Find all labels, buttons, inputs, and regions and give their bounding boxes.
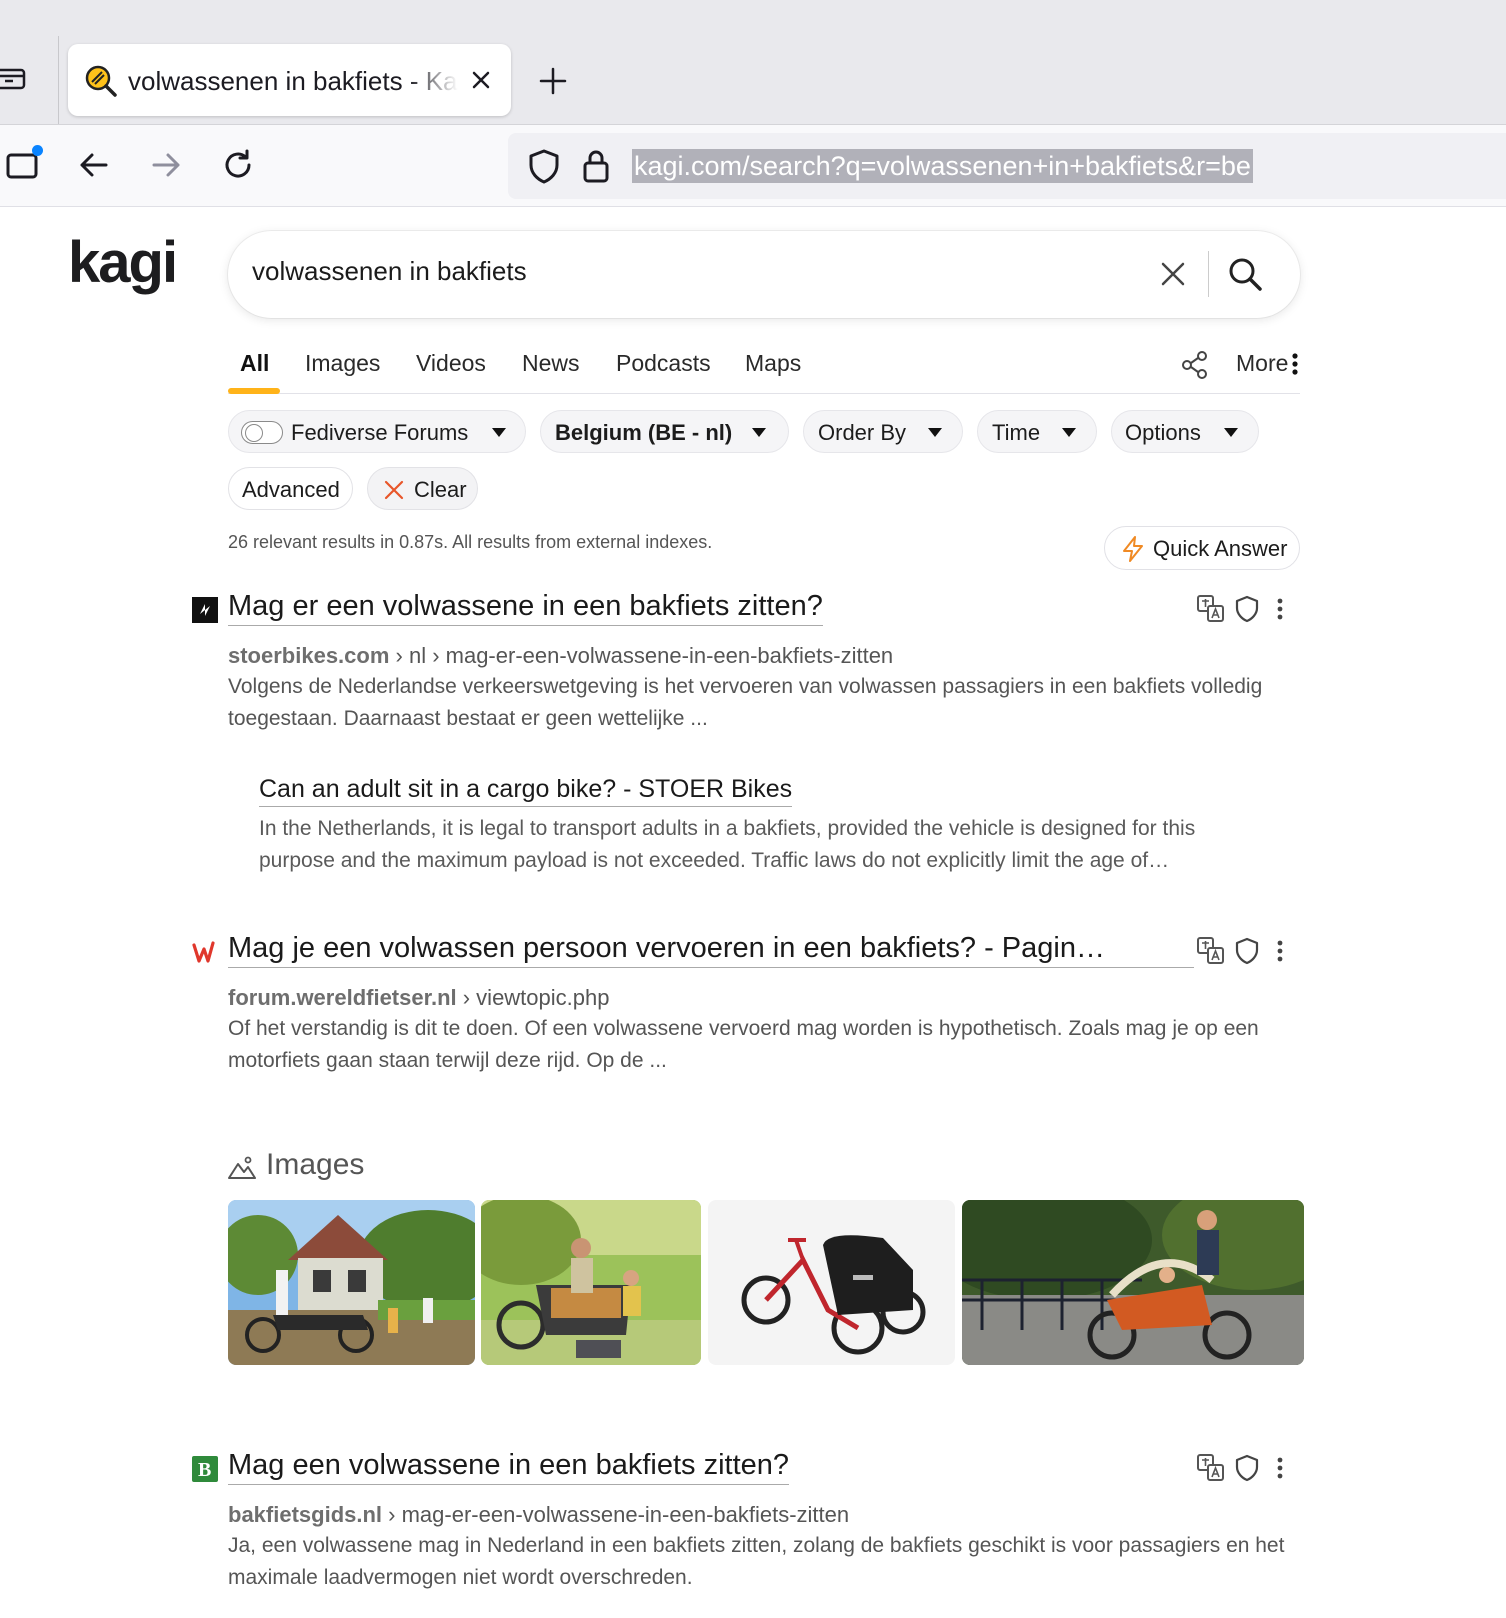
quick-answer-button[interactable]: Quick Answer bbox=[1104, 526, 1300, 570]
result-actions bbox=[1196, 1453, 1296, 1483]
translate-icon[interactable] bbox=[1196, 594, 1226, 624]
caret-down-icon bbox=[1224, 428, 1238, 437]
lightning-bolt-icon bbox=[1123, 536, 1143, 562]
result-title-link[interactable]: Mag je een volwassen persoon vervoeren i… bbox=[228, 932, 1194, 968]
fediverse-label: Fediverse Forums bbox=[291, 420, 469, 445]
result-stats: 26 relevant results in 0.87s. All result… bbox=[228, 532, 713, 552]
forward-arrow-icon[interactable] bbox=[148, 147, 184, 183]
options-label: Options bbox=[1125, 420, 1201, 445]
notification-dot bbox=[32, 145, 43, 156]
tab-podcasts[interactable]: Podcasts bbox=[616, 350, 711, 377]
lock-icon[interactable] bbox=[580, 147, 612, 185]
more-options-icon[interactable] bbox=[1276, 1456, 1284, 1480]
clear-label: Clear bbox=[414, 477, 467, 502]
wereldfietser-favicon-icon bbox=[192, 941, 215, 963]
bakfietsgids-favicon-icon: B bbox=[192, 1456, 218, 1482]
url-bar[interactable]: kagi.com/search?q=volwassenen+in+bakfiet… bbox=[508, 133, 1506, 199]
result-path: › viewtopic.php bbox=[456, 985, 610, 1010]
result-domain[interactable]: forum.wereldfietser.nl bbox=[228, 985, 457, 1010]
url-text[interactable]: kagi.com/search?q=volwassenen+in+bakfiet… bbox=[632, 149, 1253, 183]
image-mountain-icon bbox=[228, 1156, 256, 1179]
active-tab-underline bbox=[228, 388, 280, 394]
clear-search-icon[interactable] bbox=[1158, 259, 1188, 289]
result-actions bbox=[1196, 594, 1296, 624]
result-actions bbox=[1196, 936, 1296, 966]
svg-text:B: B bbox=[198, 1459, 211, 1481]
more-menu-button[interactable]: More bbox=[1236, 350, 1288, 377]
result-snippet: Ja, een volwassene mag in Nederland in e… bbox=[228, 1534, 1285, 1589]
translate-icon[interactable] bbox=[1196, 936, 1226, 966]
more-options-icon[interactable] bbox=[1276, 597, 1284, 621]
advanced-button[interactable]: Advanced bbox=[228, 467, 353, 510]
time-filter[interactable]: Time bbox=[977, 410, 1097, 453]
image-thumbnail[interactable] bbox=[481, 1200, 701, 1365]
sub-result-snippet: In the Netherlands, it is legal to trans… bbox=[259, 817, 1196, 872]
tab-all[interactable]: All bbox=[240, 350, 269, 377]
caret-down-icon bbox=[752, 428, 766, 437]
tab-images[interactable]: Images bbox=[305, 350, 380, 377]
result-url[interactable]: forum.wereldfietser.nl › viewtopic.php bbox=[228, 985, 609, 1011]
share-icon[interactable] bbox=[1180, 350, 1210, 380]
caret-down-icon bbox=[492, 428, 506, 437]
result-domain[interactable]: bakfietsgids.nl bbox=[228, 1502, 382, 1527]
search-tabs: All Images Videos News Podcasts Maps Mor… bbox=[228, 350, 1300, 394]
result-domain[interactable]: stoerbikes.com bbox=[228, 643, 389, 668]
order-by-filter[interactable]: Order By bbox=[803, 410, 963, 453]
result-url[interactable]: stoerbikes.com › nl › mag-er-een-volwass… bbox=[228, 643, 893, 669]
region-label: Belgium (BE - nl) bbox=[555, 420, 733, 445]
tab-overview-icon[interactable] bbox=[0, 62, 30, 92]
shield-icon[interactable] bbox=[1234, 937, 1260, 965]
image-thumbnail[interactable] bbox=[962, 1200, 1304, 1365]
reload-icon[interactable] bbox=[220, 147, 256, 183]
browser-tab-active[interactable]: volwassenen in bakfiets - Kagi Search bbox=[68, 44, 511, 116]
more-vertical-icon[interactable] bbox=[1290, 352, 1300, 376]
kagi-logo[interactable]: kagi bbox=[68, 232, 192, 302]
options-filter[interactable]: Options bbox=[1111, 410, 1259, 453]
search-box[interactable]: volwassenen in bakfiets bbox=[228, 231, 1300, 318]
translate-icon[interactable] bbox=[1196, 1453, 1226, 1483]
result-title-link[interactable]: Mag een volwassene in een bakfiets zitte… bbox=[228, 1449, 790, 1485]
region-filter[interactable]: Belgium (BE - nl) bbox=[540, 410, 789, 453]
clear-x-icon bbox=[384, 480, 404, 500]
tab-news[interactable]: News bbox=[522, 350, 580, 377]
search-divider bbox=[1208, 251, 1209, 297]
result-path: › nl › mag-er-een-volwassene-in-een-bakf… bbox=[389, 643, 894, 668]
browser-tab-bar: volwassenen in bakfiets - Kagi Search bbox=[0, 0, 1506, 125]
search-icon[interactable] bbox=[1226, 255, 1264, 293]
clear-filters-button[interactable]: Clear bbox=[367, 467, 478, 510]
fediverse-forums-filter[interactable]: Fediverse Forums bbox=[228, 410, 526, 453]
new-tab-icon[interactable] bbox=[536, 64, 570, 98]
back-arrow-icon[interactable] bbox=[76, 147, 112, 183]
tab-videos[interactable]: Videos bbox=[416, 350, 486, 377]
result-snippet: Volgens de Nederlandse verkeerswetgeving… bbox=[228, 675, 1263, 730]
svg-text:kagi: kagi bbox=[68, 232, 176, 295]
stoerbikes-favicon-icon bbox=[192, 597, 218, 623]
advanced-label: Advanced bbox=[242, 477, 340, 502]
kagi-favicon-icon bbox=[85, 65, 117, 97]
result-title-link[interactable]: Mag er een volwassene in een bakfiets zi… bbox=[228, 590, 823, 626]
close-tab-icon[interactable] bbox=[465, 64, 497, 96]
search-input[interactable]: volwassenen in bakfiets bbox=[252, 256, 527, 287]
shield-icon[interactable] bbox=[1234, 1454, 1260, 1482]
images-section-label: Images bbox=[266, 1148, 365, 1181]
caret-down-icon bbox=[928, 428, 942, 437]
image-thumbnail[interactable] bbox=[708, 1200, 955, 1365]
tab-separator bbox=[58, 36, 59, 124]
time-label: Time bbox=[992, 420, 1041, 445]
browser-nav-bar: kagi.com/search?q=volwassenen+in+bakfiet… bbox=[0, 125, 1506, 207]
tab-title: volwassenen in bakfiets - Kagi Search bbox=[128, 66, 458, 96]
tab-maps[interactable]: Maps bbox=[745, 350, 801, 377]
caret-down-icon bbox=[1062, 428, 1076, 437]
result-snippet: Of het verstandig is dit te doen. Of een… bbox=[228, 1017, 1259, 1072]
shield-icon[interactable] bbox=[1234, 595, 1260, 623]
result-url[interactable]: bakfietsgids.nl › mag-er-een-volwassene-… bbox=[228, 1502, 849, 1528]
sub-result-title-link[interactable]: Can an adult sit in a cargo bike? - STOE… bbox=[259, 775, 793, 807]
fediverse-toggle[interactable] bbox=[241, 421, 283, 444]
quick-answer-label: Quick Answer bbox=[1153, 536, 1288, 561]
result-path: › mag-er-een-volwassene-in-een-bakfiets-… bbox=[382, 1502, 850, 1527]
tracking-shield-icon[interactable] bbox=[526, 147, 562, 185]
image-thumbnail[interactable] bbox=[228, 1200, 475, 1365]
order-by-label: Order By bbox=[818, 420, 907, 445]
more-options-icon[interactable] bbox=[1276, 939, 1284, 963]
